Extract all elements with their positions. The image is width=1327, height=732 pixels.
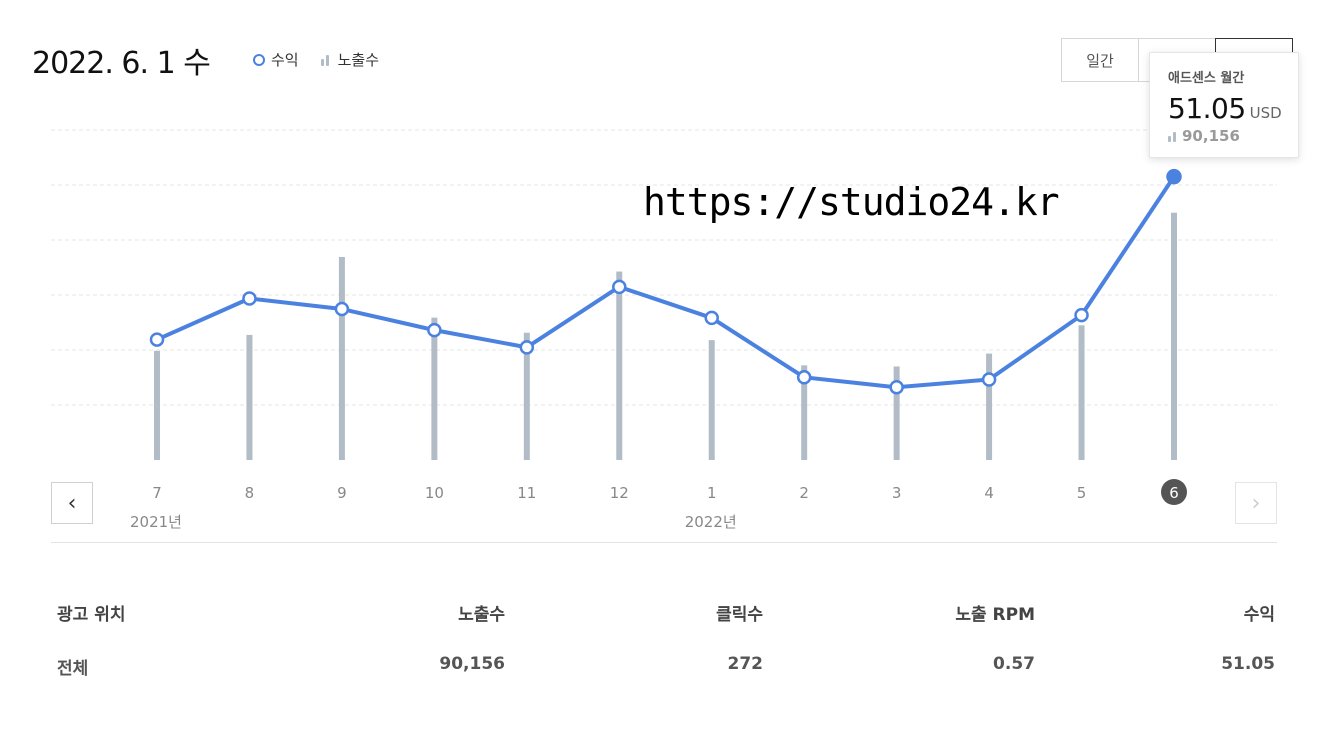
impressions-bar xyxy=(1171,212,1177,460)
col-header-rpm: 노출 RPM xyxy=(955,605,1035,625)
prev-period-button[interactable]: ‹ xyxy=(51,482,93,524)
x-tick-label: 4 xyxy=(984,484,994,502)
tooltip-impressions-row: 90,156 xyxy=(1168,127,1298,145)
x-tick-label: 10 xyxy=(425,484,444,502)
revenue-point xyxy=(981,372,997,387)
tooltip-unit: USD xyxy=(1249,104,1282,122)
cell-rpm: 0.57 xyxy=(993,654,1035,674)
placement-table: 광고 위치 노출수 클릭수 노출 RPM 수익 전체 90,156 272 0.… xyxy=(51,590,1277,698)
x-tick-label: 6 xyxy=(1169,484,1179,502)
revenue-point xyxy=(242,291,257,306)
x-tick-label: 11 xyxy=(517,484,536,502)
x-tick-label: 3 xyxy=(892,484,902,502)
table-header-row: 광고 위치 노출수 클릭수 노출 RPM 수익 xyxy=(51,590,1277,644)
tooltip-revenue: 51.05 xyxy=(1168,92,1246,125)
revenue-point xyxy=(427,322,442,338)
x-tick-label: 5 xyxy=(1077,484,1087,502)
impressions-bar xyxy=(1078,325,1085,460)
chevron-left-icon: ‹ xyxy=(67,490,77,516)
revenue-point xyxy=(889,380,904,395)
tooltip-value-row: 51.05 USD xyxy=(1168,92,1298,125)
impressions-bar xyxy=(154,350,160,460)
impressions-bar xyxy=(431,317,438,460)
revenue-chart: 7 8 9 10 11 12 1 2 3 4 5 6 xyxy=(51,129,1277,505)
col-header-clicks: 클릭수 xyxy=(716,605,763,625)
x-tick-label: 12 xyxy=(610,484,629,502)
cell-revenue: 51.05 xyxy=(1221,654,1275,674)
x-tick-label: 7 xyxy=(152,484,162,502)
revenue-point xyxy=(704,310,719,326)
col-header-impressions: 노출수 xyxy=(458,605,505,625)
year-label-2022: 2022년 xyxy=(684,513,737,531)
year-label-2021: 2021년 xyxy=(130,513,182,531)
revenue-point xyxy=(334,301,350,317)
impressions-bar xyxy=(616,271,623,460)
x-tick-label: 8 xyxy=(245,484,255,502)
divider xyxy=(51,542,1277,543)
revenue-point xyxy=(149,332,165,347)
revenue-point xyxy=(612,279,627,295)
impressions-bar xyxy=(338,257,345,460)
next-period-button[interactable]: › xyxy=(1235,482,1277,524)
chart-tooltip: 애드센스 월간 51.05 USD 90,156 xyxy=(1149,52,1299,158)
table-row: 전체 90,156 272 0.57 51.05 xyxy=(51,644,1277,698)
cell-placement: 전체 xyxy=(57,659,89,679)
adsense-report: 2022. 6. 1 수 수익 노출수 일간 애드센스 월간 51.05 USD… xyxy=(0,0,1327,732)
revenue-point xyxy=(796,370,812,385)
bar-chart-icon xyxy=(1168,131,1178,142)
revenue-point xyxy=(519,340,535,355)
col-header-placement: 광고 위치 xyxy=(57,605,126,625)
cell-impressions: 90,156 xyxy=(439,654,505,674)
watermark-text: https://studio24.kr xyxy=(643,180,1060,224)
x-tick-label: 2 xyxy=(799,484,809,502)
col-header-revenue: 수익 xyxy=(1243,605,1275,625)
x-tick-label: 9 xyxy=(337,484,347,502)
impressions-bar xyxy=(708,340,715,460)
tooltip-title: 애드센스 월간 xyxy=(1168,71,1245,86)
cell-clicks: 272 xyxy=(727,654,764,674)
x-tick-label: 1 xyxy=(707,484,717,502)
chevron-right-icon: › xyxy=(1251,490,1261,516)
impressions-bar xyxy=(986,353,993,460)
revenue-point xyxy=(1166,168,1182,185)
revenue-point xyxy=(1074,307,1089,323)
tooltip-impressions: 90,156 xyxy=(1182,127,1240,145)
impressions-bar xyxy=(246,334,253,460)
